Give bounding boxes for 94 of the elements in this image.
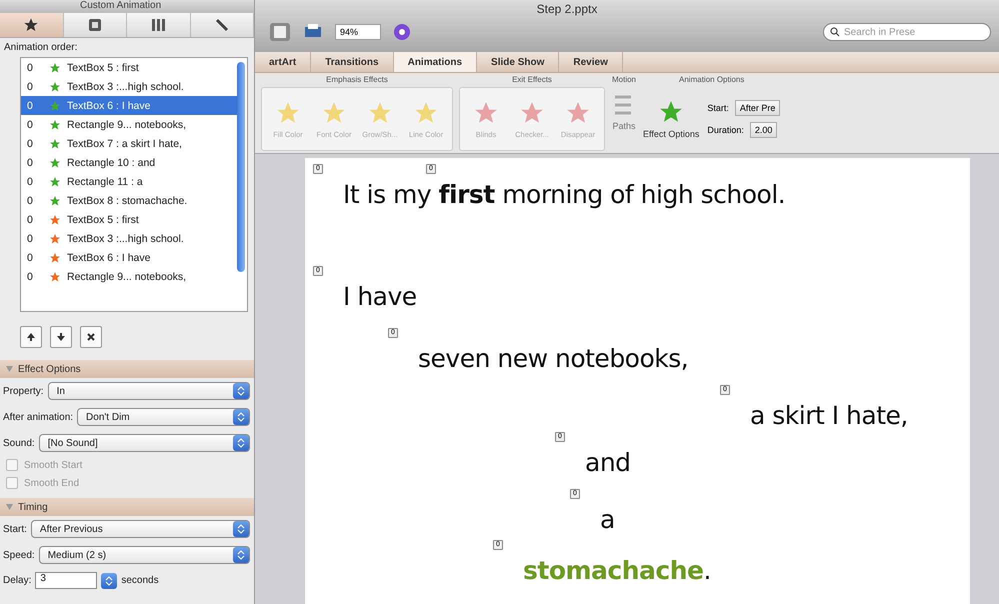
star-icon <box>49 118 61 130</box>
star-icon <box>49 62 61 74</box>
ribbon-tab[interactable]: Review <box>559 52 623 72</box>
field-label: After animation: <box>3 412 74 422</box>
animation-item[interactable]: 0 Rectangle 9... notebooks, <box>21 267 239 286</box>
duration-label: Duration: <box>707 125 744 135</box>
up-arrow-icon <box>26 332 36 342</box>
star-icon <box>49 80 61 92</box>
list-label: Animation order: <box>3 41 78 55</box>
animation-item[interactable]: 0 TextBox 5 : first <box>21 58 239 77</box>
field-label: Speed: <box>3 550 35 560</box>
slide-text: seven new notebooks, <box>418 344 688 373</box>
star-icon <box>49 232 61 244</box>
star-icon <box>49 214 61 226</box>
slide-view-icon[interactable] <box>269 22 291 42</box>
star-icon <box>321 100 347 126</box>
move-down-button[interactable] <box>50 326 72 348</box>
start-dropdown[interactable]: After Pre <box>734 100 780 116</box>
star-icon <box>519 100 545 126</box>
star-icon <box>49 176 61 188</box>
animation-item[interactable]: 0 TextBox 6 : I have <box>21 248 239 267</box>
group-title: Animation Options <box>678 75 746 86</box>
star-icon <box>275 100 301 126</box>
stepper-icon <box>233 383 249 399</box>
animation-item[interactable]: 0 Rectangle 10 : and <box>21 153 239 172</box>
group-title: Emphasis Effects <box>325 75 389 86</box>
disclosure-triangle-icon <box>6 504 13 510</box>
star-icon <box>23 17 40 33</box>
bars-icon <box>150 17 166 33</box>
field-label: Sound: <box>3 438 35 448</box>
panel-tab[interactable] <box>190 13 254 37</box>
star-icon <box>367 100 393 126</box>
animation-item[interactable]: 0 TextBox 3 :...high school. <box>21 229 239 248</box>
star-icon <box>49 138 61 150</box>
zoom-field[interactable]: 94% <box>335 24 381 40</box>
search-icon <box>830 27 840 37</box>
star-icon <box>49 270 61 282</box>
slide-text: stomachache. <box>523 556 711 585</box>
delay-field[interactable]: 3 <box>35 572 98 589</box>
animation-item[interactable]: 0 Rectangle 11 : a <box>21 172 239 191</box>
slide-text: and <box>585 448 631 477</box>
stepper-icon <box>233 521 249 537</box>
star-icon <box>565 100 591 126</box>
close-icon <box>86 332 96 342</box>
stepper-icon <box>233 547 249 563</box>
panel-tab[interactable] <box>64 13 127 37</box>
duration-field[interactable]: 2.00 <box>750 122 778 138</box>
stepper-icon <box>101 572 118 588</box>
animation-item[interactable]: 0 Rectangle 9... notebooks, <box>21 115 239 134</box>
ribbon-tab[interactable]: artArt <box>255 52 312 72</box>
stepper-icon <box>233 435 249 451</box>
dropdown[interactable]: In <box>48 382 250 400</box>
section-header[interactable]: Effect Options <box>0 360 254 378</box>
star-icon <box>49 252 61 264</box>
star-icon <box>49 100 61 112</box>
start-label: Start: <box>707 103 729 113</box>
slide-text: I have <box>343 282 417 311</box>
dropdown[interactable]: After Previous <box>30 520 250 538</box>
star-icon <box>49 156 61 168</box>
star-icon <box>473 100 499 126</box>
animation-item[interactable]: 0 TextBox 6 : I have <box>21 96 239 115</box>
group-title: Exit Effects <box>511 75 553 86</box>
window-title: Step 2.pptx <box>536 1 598 16</box>
move-up-button[interactable] <box>20 326 42 348</box>
down-arrow-icon <box>56 332 66 342</box>
dropdown[interactable]: Don't Dim <box>77 408 250 426</box>
remove-button[interactable] <box>80 326 102 348</box>
ribbon-tab[interactable]: Slide Show <box>477 52 560 72</box>
star-icon <box>413 100 439 126</box>
animation-item[interactable]: 0 TextBox 7 : a skirt I hate, <box>21 134 239 153</box>
ribbon-tab[interactable]: Animations <box>394 52 478 72</box>
paths-button[interactable]: Paths <box>611 87 637 131</box>
slide-text: a <box>600 505 615 534</box>
stepper-icon <box>233 409 249 425</box>
animation-item[interactable]: 0 TextBox 3 :...high school. <box>21 77 239 96</box>
field-label: Start: <box>3 524 27 534</box>
field-label: Delay: <box>3 575 32 586</box>
panel-tab[interactable] <box>127 13 190 37</box>
animation-item[interactable]: 0 TextBox 8 : stomachache. <box>21 191 239 210</box>
star-icon <box>49 194 61 206</box>
slide-text: It is my first morning of high school. <box>343 180 786 209</box>
disclosure-triangle-icon <box>6 366 13 372</box>
group-title: Motion <box>611 75 637 86</box>
panel-title: Custom Animation <box>0 0 254 13</box>
scrollbar[interactable] <box>237 62 245 272</box>
slide-text: a skirt I hate, <box>750 401 908 430</box>
section-header[interactable]: Timing <box>0 498 254 516</box>
unit-label: seconds <box>121 575 159 586</box>
field-label: Property: <box>3 386 44 396</box>
panel-tab[interactable] <box>0 13 64 37</box>
animation-item[interactable]: 0 TextBox 5 : first <box>21 210 239 229</box>
effect-options-button[interactable]: Effect Options <box>643 99 700 139</box>
dropdown[interactable]: [No Sound] <box>38 434 250 452</box>
dropdown[interactable]: Medium (2 s) <box>38 546 250 564</box>
